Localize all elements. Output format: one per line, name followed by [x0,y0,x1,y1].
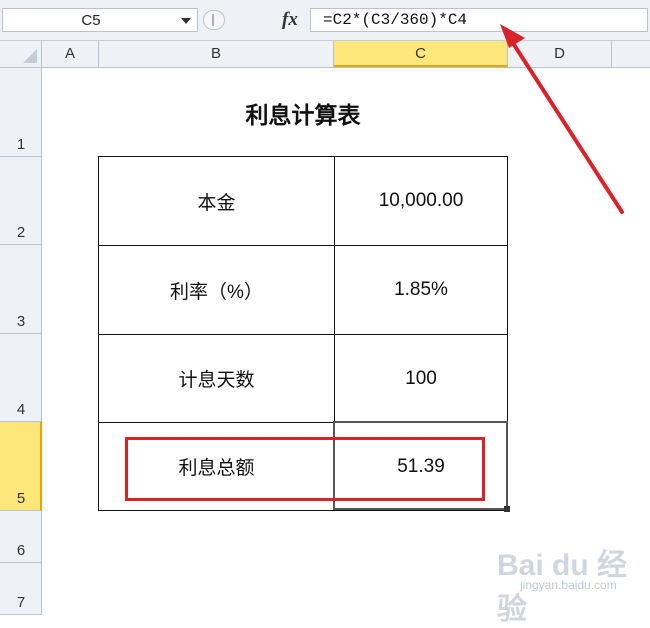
select-all-button[interactable] [0,41,42,67]
row-header-4[interactable]: 4 [0,334,42,422]
row-number: 4 [16,401,26,418]
cell-b3-label[interactable]: 利率（%） [98,245,335,335]
name-box-value: C5 [81,12,101,29]
row-header-3[interactable]: 3 [0,245,42,334]
row-number: 5 [16,490,26,507]
row-header-1[interactable]: 1 [0,68,42,157]
formula-bar: C5 fx =C2*(C3/360)*C4 [0,0,650,41]
row-header-6[interactable]: 6 [0,511,42,563]
select-all-triangle-icon [23,49,37,63]
name-box[interactable]: C5 [2,8,198,32]
annotation-highlight-box [125,437,485,501]
insert-function-button[interactable]: fx [282,9,298,31]
row-header-7[interactable]: 7 [0,563,42,615]
chevron-down-icon[interactable] [181,18,191,24]
cell-c3-value[interactable]: 1.85% [334,245,508,335]
watermark-url: jingyan.baidu.com [520,578,617,592]
cell-b2-label[interactable]: 本金 [98,156,335,246]
row-header-2[interactable]: 2 [0,157,42,245]
column-header-a[interactable]: A [42,41,99,67]
sheet-title[interactable]: 利息计算表 [99,96,507,130]
cell-c2-value[interactable]: 10,000.00 [334,156,508,246]
formula-input[interactable]: =C2*(C3/360)*C4 [310,8,648,32]
formula-text: =C2*(C3/360)*C4 [323,11,468,29]
cell-b4-label[interactable]: 计息天数 [98,334,335,423]
row-number: 2 [16,224,26,241]
column-header-d[interactable]: D [508,41,612,67]
row-number: 3 [16,313,26,330]
fill-handle[interactable] [504,506,510,512]
row-number: 1 [16,136,26,153]
cell-c4-value[interactable]: 100 [334,334,508,423]
column-header-b[interactable]: B [99,41,334,67]
column-header-c[interactable]: C [334,41,508,67]
formula-bar-splitter[interactable] [203,10,225,30]
column-headers: A B C D [0,41,650,68]
row-number: 7 [16,594,26,611]
row-number: 6 [16,542,26,559]
row-header-5[interactable]: 5 [0,422,42,511]
